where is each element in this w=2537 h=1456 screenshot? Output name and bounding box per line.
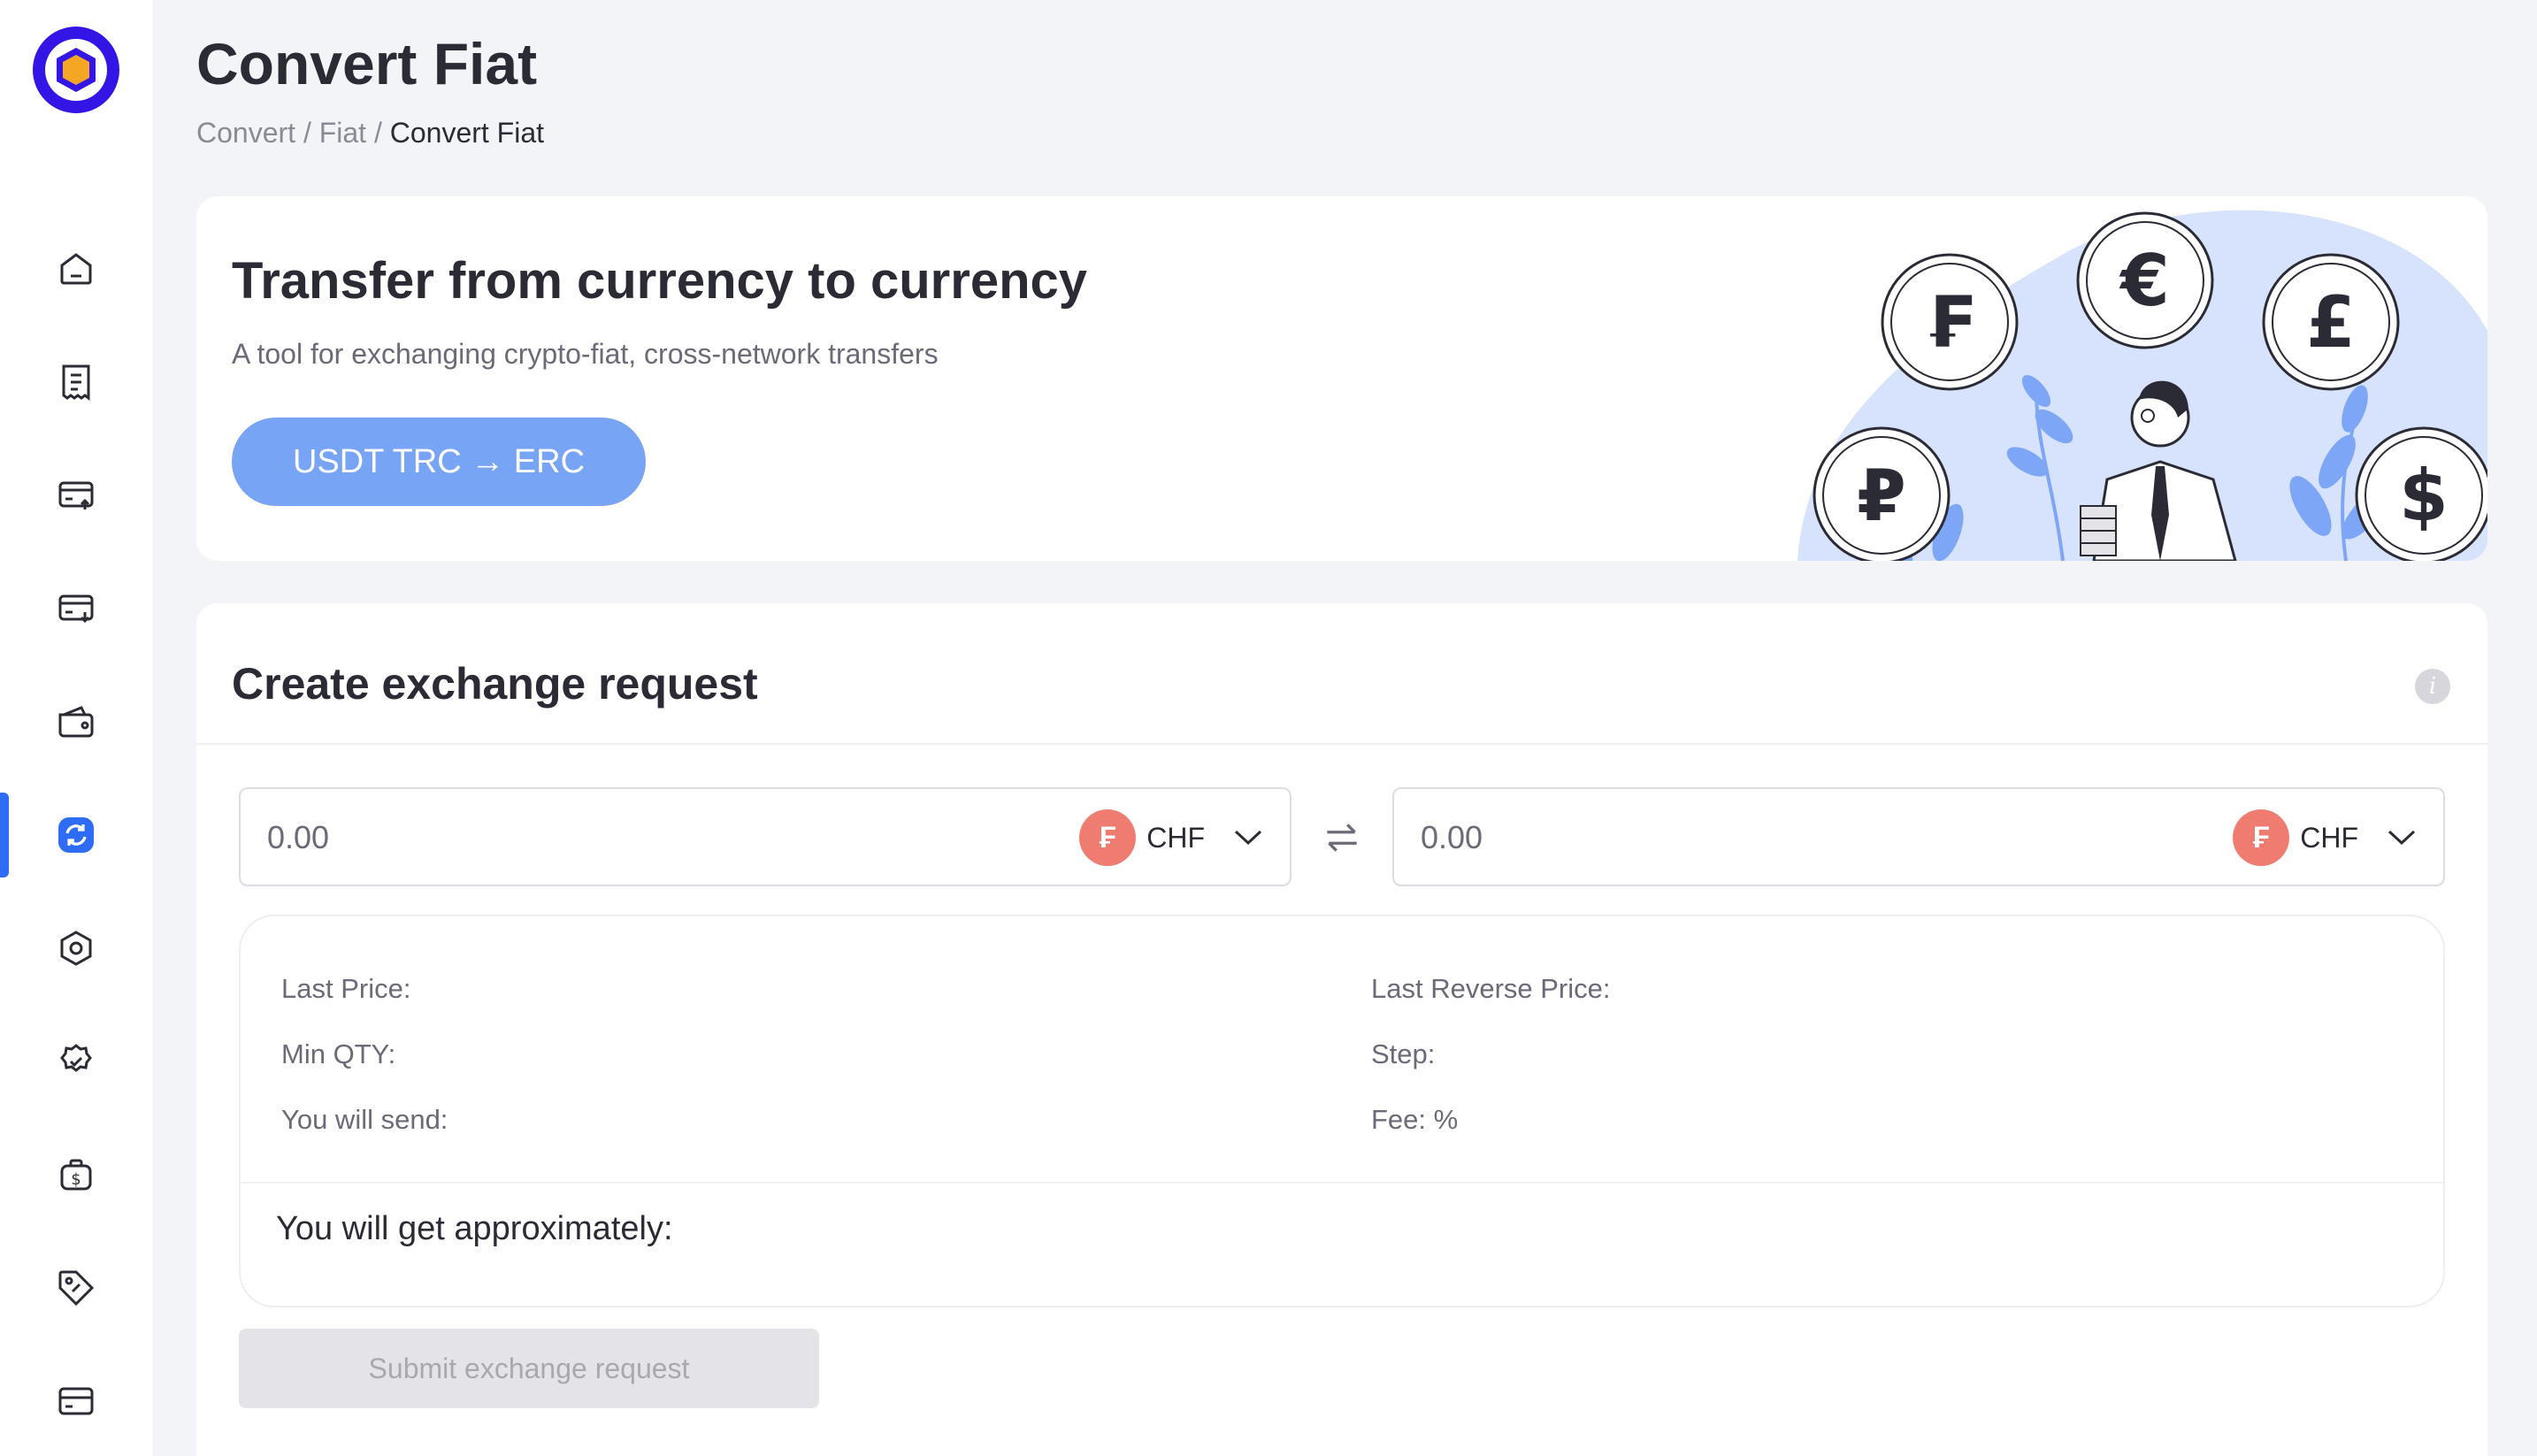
svg-text:€: € [2119, 240, 2170, 322]
tag-icon [58, 1270, 95, 1307]
from-currency-code: CHF [1146, 821, 1205, 854]
convert-icon [58, 817, 94, 853]
promo-banner: Transfer from currency to currency A too… [196, 196, 2487, 561]
svg-text:$: $ [2399, 455, 2449, 537]
from-currency-select[interactable]: ₣ CHF [1079, 808, 1263, 867]
breadcrumb: Convert / Fiat / Convert Fiat [196, 117, 544, 149]
coin-dollar: $ [2355, 426, 2487, 561]
franc-icon: ₣ [2233, 809, 2290, 866]
sidebar-item-withdraw[interactable] [0, 566, 152, 651]
from-amount-box: ₣ CHF [239, 787, 1291, 886]
coin-ruble: ₽ [1813, 426, 1951, 561]
svg-text:£: £ [2306, 281, 2356, 364]
divider [196, 743, 2487, 745]
step-label: Step: [1371, 1038, 1436, 1069]
currency-illustration: ₣ € £ ₽ $ [1797, 210, 2487, 561]
banner-subtitle: A tool for exchanging crypto-fiat, cross… [232, 338, 939, 370]
approx-result-label: You will get approximately: [276, 1210, 673, 1247]
last-reverse-price-label: Last Reverse Price: [1371, 973, 1611, 1004]
sidebar-item-verification[interactable] [0, 1019, 152, 1104]
sidebar-item-home[interactable] [0, 226, 152, 311]
svg-text:₽: ₽ [1857, 455, 1906, 537]
breadcrumb-convert[interactable]: Convert [196, 117, 295, 149]
you-will-send-label: You will send: [281, 1104, 448, 1135]
exchange-card: Create exchange request i ₣ CHF ₣ CHF La… [196, 603, 2487, 1456]
to-amount-box: ₣ CHF [1392, 787, 2445, 886]
sidebar-item-wallet[interactable] [0, 679, 152, 764]
coin-euro: € [2076, 211, 2214, 349]
info-icon[interactable]: i [2415, 669, 2450, 704]
sidebar-item-orders[interactable] [0, 340, 152, 425]
sidebar-item-deposit[interactable] [0, 453, 152, 538]
credit-card-icon [58, 1387, 94, 1415]
breadcrumb-fiat[interactable]: Fiat [319, 117, 366, 149]
chevron-down-icon [1234, 830, 1262, 846]
card-deposit-icon [58, 481, 94, 510]
last-price-label: Last Price: [281, 973, 411, 1004]
sidebar-item-cards[interactable] [0, 1359, 152, 1444]
sidebar-item-tags[interactable] [0, 1245, 152, 1330]
logo-icon[interactable] [33, 27, 119, 113]
svg-text:₣: ₣ [1925, 281, 1974, 364]
sidebar: $ [0, 0, 152, 1456]
breadcrumb-separator: / [373, 117, 382, 149]
coin-franc: ₣ [1881, 253, 2019, 391]
breadcrumb-separator: / [303, 117, 311, 149]
banner-title: Transfer from currency to currency [232, 252, 1088, 310]
coin-pound: £ [2262, 253, 2400, 391]
swap-icon[interactable] [1320, 816, 1364, 860]
wallet-icon [58, 706, 94, 738]
svg-text:$: $ [71, 1170, 80, 1189]
home-icon [60, 253, 92, 285]
settings-hexagon-icon [60, 931, 92, 966]
card-withdraw-icon [58, 594, 94, 624]
fee-label: Fee: % [1371, 1104, 1459, 1135]
receipt-icon [62, 364, 90, 401]
from-amount-input[interactable] [267, 816, 975, 860]
to-amount-input[interactable] [1421, 816, 2128, 860]
franc-icon: ₣ [1079, 809, 1137, 866]
verified-badge-icon [60, 1044, 92, 1072]
exchange-details: Last Price: Last Reverse Price: Min QTY:… [239, 915, 2445, 1307]
divider [241, 1182, 2443, 1184]
submit-exchange-button[interactable]: Submit exchange request [239, 1329, 819, 1408]
min-qty-label: Min QTY: [281, 1038, 396, 1069]
breadcrumb-current: Convert Fiat [389, 117, 545, 149]
card-title: Create exchange request [232, 659, 758, 709]
sidebar-item-settings[interactable] [0, 906, 152, 991]
sidebar-item-convert[interactable] [0, 793, 152, 877]
to-currency-code: CHF [2300, 821, 2358, 854]
chevron-down-icon [2388, 830, 2416, 846]
page-title: Convert Fiat [196, 31, 538, 96]
to-currency-select[interactable]: ₣ CHF [2233, 808, 2417, 867]
usdt-trc-erc-button[interactable]: USDT TRC → ERC [232, 418, 646, 506]
money-bag-icon: $ [60, 1159, 92, 1191]
sidebar-item-finance[interactable]: $ [0, 1132, 152, 1217]
